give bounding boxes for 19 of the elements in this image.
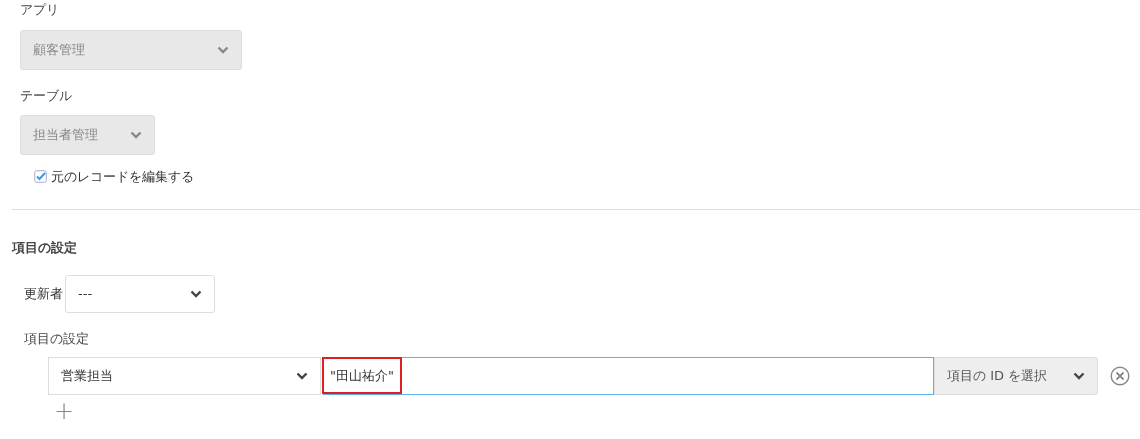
field-value: "田山祐介" <box>324 358 400 393</box>
section-title: 項目の設定 <box>12 238 77 257</box>
chevron-down-icon <box>296 371 308 380</box>
updater-select[interactable]: --- <box>65 275 215 313</box>
chevron-down-icon <box>217 45 229 54</box>
id-select[interactable]: 項目の ID を選択 <box>934 356 1098 395</box>
checkbox[interactable] <box>34 170 47 184</box>
chevron-down-icon <box>1073 371 1085 380</box>
field-label: テーブル <box>20 86 72 105</box>
field-select[interactable]: 営業担当 <box>48 356 321 395</box>
chevron-down-icon <box>190 290 202 298</box>
close-icon[interactable] <box>1110 365 1130 386</box>
checkbox-label: 元のレコードを編集する <box>51 168 194 186</box>
field-label: 更新者 <box>24 285 63 304</box>
add-button[interactable]: + <box>54 398 75 423</box>
chevron-down-icon <box>130 131 142 139</box>
field-label: 項目の設定 <box>24 330 89 348</box>
value-field[interactable]: "田山祐介" <box>323 356 934 395</box>
field-label: アプリ <box>20 1 59 19</box>
